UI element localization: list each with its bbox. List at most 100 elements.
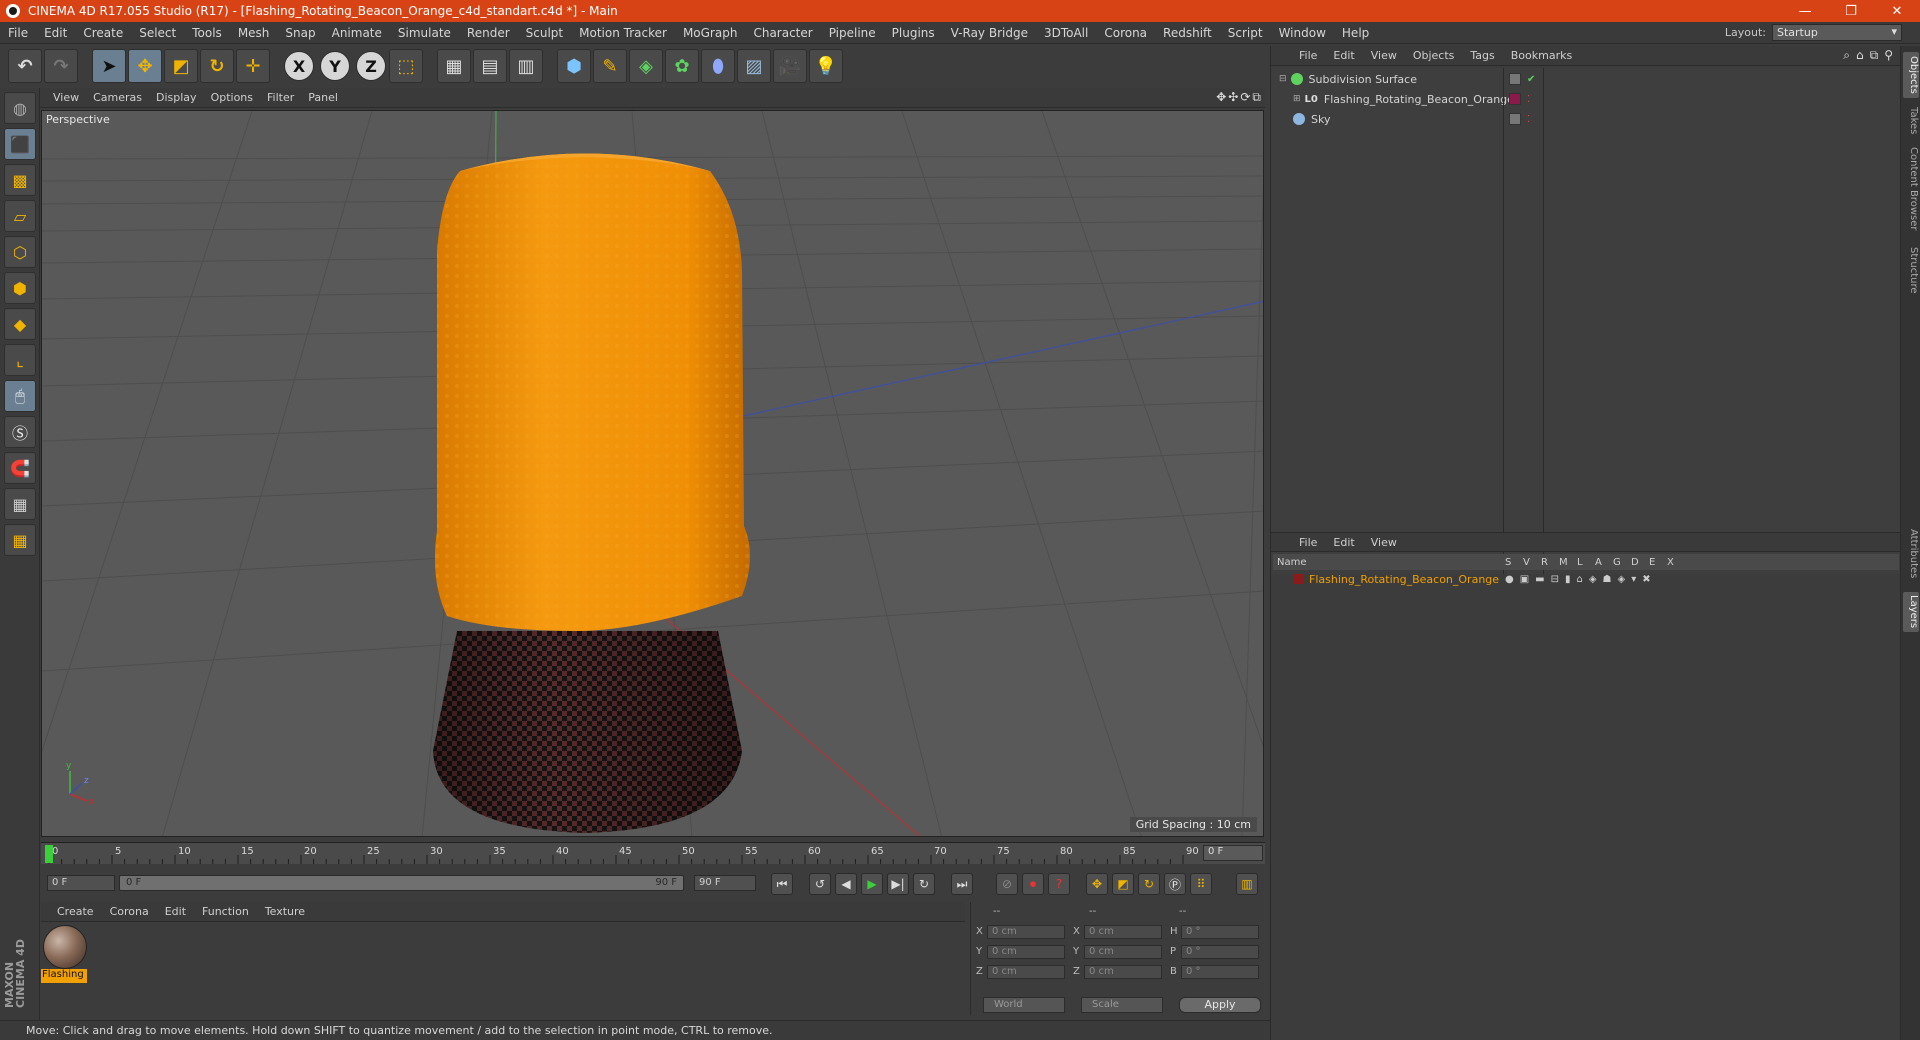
om-new-view-icon[interactable]: ⧉ bbox=[1870, 48, 1879, 63]
snapping-icon[interactable]: 🧲 bbox=[4, 452, 36, 484]
visibility-dot-icon[interactable]: ⁚ bbox=[1527, 114, 1530, 125]
size-y-field[interactable]: 0 cm bbox=[1084, 945, 1162, 959]
material-menu-create[interactable]: Create bbox=[49, 905, 102, 918]
material-menu-corona[interactable]: Corona bbox=[102, 905, 157, 918]
prev-frame-icon[interactable]: ◀ bbox=[835, 873, 857, 895]
viewport-menu-view[interactable]: View bbox=[46, 91, 86, 104]
menu-redshift[interactable]: Redshift bbox=[1155, 26, 1220, 40]
material-menu-function[interactable]: Function bbox=[194, 905, 257, 918]
cloner-icon[interactable]: ✿ bbox=[665, 49, 699, 83]
record-keys-disabled-icon[interactable]: ⊘ bbox=[996, 873, 1018, 895]
menu-simulate[interactable]: Simulate bbox=[390, 26, 459, 40]
tab-layers[interactable]: Layers bbox=[1903, 592, 1919, 632]
autokey-icon[interactable]: ⏺ bbox=[1022, 873, 1044, 895]
frame-range-slider[interactable]: 0 F 90 F bbox=[119, 875, 684, 891]
polygons-mode-icon[interactable]: ◆ bbox=[4, 308, 36, 340]
redo-icon[interactable]: ↷ bbox=[44, 49, 78, 83]
rotate-tool-icon[interactable]: ↻ bbox=[200, 49, 234, 83]
om-menu-view[interactable]: View bbox=[1363, 49, 1405, 62]
key-parameter-icon[interactable]: Ⓟ bbox=[1164, 873, 1186, 895]
workplane-mode-icon[interactable]: ▱ bbox=[4, 200, 36, 232]
layer-flag-icons[interactable]: ●▣▬⊟▮⌂◈☗◈▾✖ bbox=[1505, 574, 1657, 585]
menu-edit[interactable]: Edit bbox=[36, 26, 75, 40]
om-menu-bookmarks[interactable]: Bookmarks bbox=[1503, 49, 1580, 62]
apply-button[interactable]: Apply bbox=[1179, 997, 1261, 1013]
om-lock-icon[interactable]: ⚲ bbox=[1884, 48, 1893, 63]
play-forward-icon[interactable]: ▶ bbox=[861, 873, 883, 895]
viewport-menu-display[interactable]: Display bbox=[149, 91, 204, 104]
menu-render[interactable]: Render bbox=[459, 26, 518, 40]
coordinate-mode-dropdown[interactable]: World bbox=[983, 997, 1065, 1013]
lm-menu-view[interactable]: View bbox=[1363, 536, 1405, 549]
tab-content-browser[interactable]: Content Browser bbox=[1903, 144, 1919, 234]
menu-plugins[interactable]: Plugins bbox=[884, 26, 943, 40]
size-x-field[interactable]: 0 cm bbox=[1084, 925, 1162, 939]
tab-structure[interactable]: Structure bbox=[1903, 242, 1919, 298]
menu-corona[interactable]: Corona bbox=[1096, 26, 1155, 40]
size-z-field[interactable]: 0 cm bbox=[1084, 965, 1162, 979]
visibility-dot-icon[interactable]: ⁚ bbox=[1527, 94, 1530, 105]
cube-object-icon[interactable]: ⬢ bbox=[557, 49, 591, 83]
layer-color-swatch[interactable] bbox=[1293, 574, 1303, 584]
menu-window[interactable]: Window bbox=[1271, 26, 1334, 40]
enabled-check-icon[interactable]: ✔ bbox=[1527, 74, 1535, 85]
z-axis-lock-icon[interactable]: Z bbox=[356, 51, 386, 81]
key-point-level-icon[interactable]: ⠿ bbox=[1190, 873, 1212, 895]
key-position-icon[interactable]: ✥ bbox=[1086, 873, 1108, 895]
size-mode-dropdown[interactable]: Scale bbox=[1081, 997, 1163, 1013]
model-mode-icon[interactable]: ⬛ bbox=[4, 128, 36, 160]
deformer-icon[interactable]: ⬮ bbox=[701, 49, 735, 83]
current-frame-field[interactable]: 0 F bbox=[1203, 845, 1263, 861]
material-preview-sphere[interactable] bbox=[43, 925, 87, 969]
scale-tool-icon[interactable]: ◩ bbox=[164, 49, 198, 83]
axis-mode-icon[interactable]: ⌞ bbox=[4, 344, 36, 376]
rot-h-field[interactable]: 0 ° bbox=[1181, 925, 1259, 939]
x-axis-lock-icon[interactable]: X bbox=[284, 51, 314, 81]
rot-p-field[interactable]: 0 ° bbox=[1181, 945, 1259, 959]
edges-mode-icon[interactable]: ⬢ bbox=[4, 272, 36, 304]
collapse-toggle-icon[interactable]: ⊟ bbox=[1279, 74, 1287, 84]
render-picture-viewer-icon[interactable]: ▤ bbox=[473, 49, 507, 83]
menu-3dtoall[interactable]: 3DToAll bbox=[1036, 26, 1096, 40]
editor-render-toggle-icon[interactable] bbox=[1509, 113, 1521, 125]
texture-mode-icon[interactable]: ▩ bbox=[4, 164, 36, 196]
close-button[interactable]: ✕ bbox=[1874, 0, 1920, 22]
restore-button[interactable]: ❐ bbox=[1828, 0, 1874, 22]
camera-object-icon[interactable]: 🎥 bbox=[773, 49, 807, 83]
edit-render-settings-icon[interactable]: ▥ bbox=[509, 49, 543, 83]
perspective-viewport[interactable]: y x z Perspective Grid Spacing : 10 cm bbox=[41, 110, 1264, 837]
points-mode-icon[interactable]: ⬡ bbox=[4, 236, 36, 268]
layer-color-swatch[interactable] bbox=[1509, 93, 1521, 105]
om-search-icon[interactable]: ⌕ bbox=[1843, 48, 1850, 63]
tab-attributes[interactable]: Attributes bbox=[1903, 526, 1919, 582]
menu-tools[interactable]: Tools bbox=[184, 26, 230, 40]
om-column-divider[interactable] bbox=[1543, 68, 1544, 574]
menu-script[interactable]: Script bbox=[1220, 26, 1271, 40]
lm-menu-file[interactable]: File bbox=[1291, 536, 1325, 549]
object-row-sky[interactable]: Sky ⁚ bbox=[1271, 110, 1901, 128]
y-axis-lock-icon[interactable]: Y bbox=[320, 51, 350, 81]
planar-workplane-icon[interactable]: ▦ bbox=[4, 524, 36, 556]
menu-snap[interactable]: Snap bbox=[277, 26, 323, 40]
menu-select[interactable]: Select bbox=[131, 26, 184, 40]
viewport-menu-cameras[interactable]: Cameras bbox=[86, 91, 149, 104]
prev-keyframe-icon[interactable]: ↺ bbox=[809, 873, 831, 895]
locked-workplane-icon[interactable]: ▦ bbox=[4, 488, 36, 520]
menu-mesh[interactable]: Mesh bbox=[230, 26, 278, 40]
undo-icon[interactable]: ↶ bbox=[8, 49, 42, 83]
menu-vray-bridge[interactable]: V-Ray Bridge bbox=[943, 26, 1036, 40]
coordinate-system-icon[interactable]: ⬚ bbox=[389, 49, 423, 83]
menu-motion-tracker[interactable]: Motion Tracker bbox=[571, 26, 675, 40]
om-home-icon[interactable]: ⌂ bbox=[1856, 48, 1864, 63]
viewport-rotate-icon[interactable]: ⟳ bbox=[1240, 90, 1250, 105]
editor-render-toggle-icon[interactable] bbox=[1509, 73, 1521, 85]
light-object-icon[interactable]: 💡 bbox=[809, 49, 843, 83]
timeline-window-icon[interactable]: ▥ bbox=[1236, 873, 1258, 895]
menu-sculpt[interactable]: Sculpt bbox=[518, 26, 571, 40]
tab-objects[interactable]: Objects bbox=[1903, 52, 1919, 98]
viewport-dolly-icon[interactable]: ✣ bbox=[1228, 90, 1238, 105]
key-rotation-icon[interactable]: ↻ bbox=[1138, 873, 1160, 895]
om-menu-edit[interactable]: Edit bbox=[1325, 49, 1362, 62]
playhead-marker[interactable] bbox=[45, 845, 53, 863]
pen-spline-icon[interactable]: ✎ bbox=[593, 49, 627, 83]
